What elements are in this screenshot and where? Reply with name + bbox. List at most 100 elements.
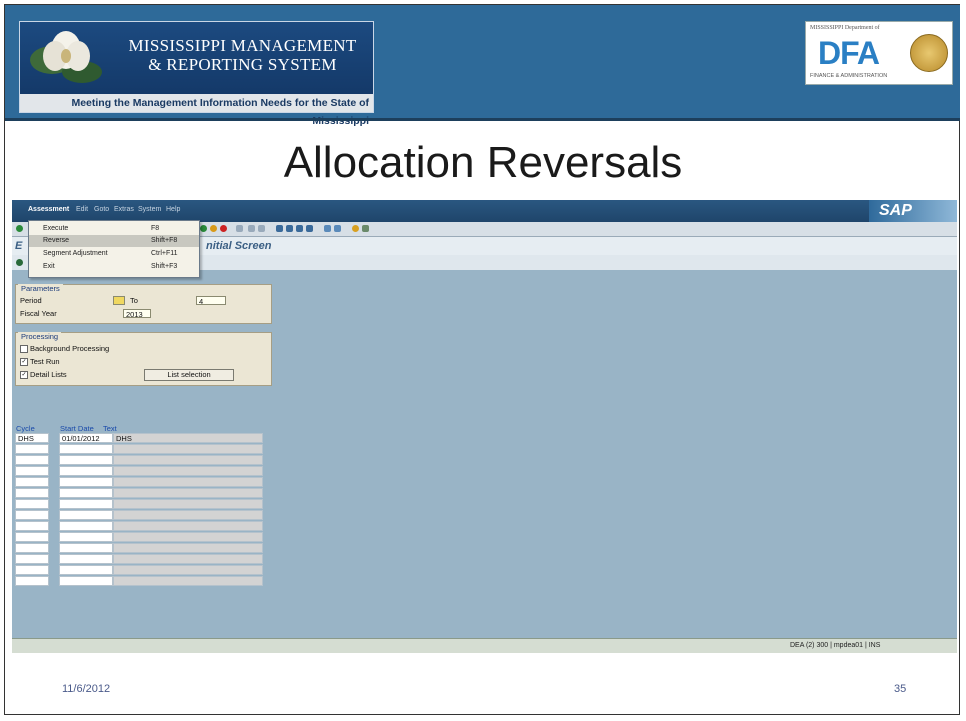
- text-cell[interactable]: [113, 488, 263, 498]
- print-icon[interactable]: [236, 225, 243, 232]
- start-date-cell[interactable]: [59, 510, 113, 520]
- menu-item-shortcut: Ctrl+F11: [151, 250, 178, 257]
- parameters-group-label: Parameters: [18, 284, 63, 293]
- find-next-icon[interactable]: [258, 225, 265, 232]
- start-date-cell[interactable]: [59, 477, 113, 487]
- last-page-icon[interactable]: [306, 225, 313, 232]
- text-cell[interactable]: [113, 510, 263, 520]
- column-header-cycle[interactable]: Cycle: [16, 424, 35, 433]
- menu-goto[interactable]: Goto: [94, 206, 109, 213]
- cycle-cell[interactable]: [15, 543, 49, 553]
- cycle-cell[interactable]: [15, 488, 49, 498]
- cycle-cell[interactable]: [15, 576, 49, 586]
- start-date-cell[interactable]: [59, 543, 113, 553]
- header-band: MISSISSIPPI MANAGEMENT & REPORTING SYSTE…: [5, 5, 960, 127]
- back-icon[interactable]: [200, 225, 207, 232]
- table-row: [15, 521, 263, 532]
- cycle-cell[interactable]: [15, 444, 49, 454]
- fiscal-year-input[interactable]: 2013: [123, 309, 151, 319]
- text-cell[interactable]: [113, 477, 263, 487]
- cycle-cell[interactable]: [15, 455, 49, 465]
- menu-edit[interactable]: Edit: [76, 206, 88, 213]
- period-to-input[interactable]: 4: [196, 296, 226, 306]
- menu-system[interactable]: System: [138, 206, 161, 213]
- first-page-icon[interactable]: [276, 225, 283, 232]
- table-row: [15, 477, 263, 488]
- period-label: Period: [20, 296, 42, 305]
- text-cell[interactable]: [113, 455, 263, 465]
- menu-assessment[interactable]: Assessment: [28, 206, 69, 213]
- start-date-cell[interactable]: [59, 521, 113, 531]
- menu-item-label: Reverse: [43, 237, 70, 244]
- cycle-cell[interactable]: DHS: [15, 433, 49, 443]
- background-processing-checkbox[interactable]: [20, 345, 28, 353]
- table-row: [15, 554, 263, 565]
- mmrs-banner: MISSISSIPPI MANAGEMENT & REPORTING SYSTE…: [19, 21, 374, 127]
- period-from-input[interactable]: [113, 296, 125, 305]
- menu-item-execute[interactable]: Execute F8: [29, 223, 199, 235]
- text-cell[interactable]: [113, 576, 263, 586]
- execute-icon[interactable]: [16, 259, 23, 266]
- layout-icon[interactable]: [362, 225, 369, 232]
- start-date-cell[interactable]: [59, 488, 113, 498]
- sap-menubar: Assessment Edit Goto Extras System Help …: [12, 200, 957, 224]
- cycle-cell[interactable]: [15, 565, 49, 575]
- menu-extras[interactable]: Extras: [114, 206, 134, 213]
- banner-title-line2: & REPORTING SYSTEM: [148, 55, 337, 74]
- start-date-cell[interactable]: [59, 532, 113, 542]
- text-cell[interactable]: [113, 444, 263, 454]
- cycle-cell[interactable]: [15, 477, 49, 487]
- previous-page-icon[interactable]: [286, 225, 293, 232]
- help-icon[interactable]: [352, 225, 359, 232]
- start-date-cell[interactable]: [59, 499, 113, 509]
- start-date-cell[interactable]: [59, 554, 113, 564]
- start-date-cell[interactable]: [59, 444, 113, 454]
- menu-item-exit[interactable]: Exit Shift+F3: [29, 261, 199, 273]
- start-date-cell[interactable]: [59, 455, 113, 465]
- sap-window: Assessment Edit Goto Extras System Help …: [12, 200, 957, 653]
- menu-item-reverse[interactable]: Reverse Shift+F8: [29, 235, 199, 247]
- cancel-icon[interactable]: [220, 225, 227, 232]
- detail-lists-checkbox[interactable]: ✓: [20, 371, 28, 379]
- column-header-text[interactable]: Text: [103, 424, 117, 433]
- text-cell[interactable]: [113, 543, 263, 553]
- start-date-cell[interactable]: [59, 576, 113, 586]
- new-session-icon[interactable]: [324, 225, 331, 232]
- menu-item-shortcut: F8: [151, 225, 160, 232]
- period-to-label: To: [130, 296, 138, 305]
- text-cell[interactable]: [113, 532, 263, 542]
- start-date-cell[interactable]: [59, 466, 113, 476]
- text-cell[interactable]: [113, 565, 263, 575]
- menu-item-label: Execute: [43, 225, 69, 232]
- cycle-cell[interactable]: [15, 554, 49, 564]
- next-page-icon[interactable]: [296, 225, 303, 232]
- text-cell[interactable]: [113, 521, 263, 531]
- table-row: [15, 455, 263, 466]
- test-run-checkbox[interactable]: ✓: [20, 358, 28, 366]
- text-cell[interactable]: [113, 499, 263, 509]
- sap-logo: SAP: [869, 200, 957, 224]
- column-header-start-date[interactable]: Start Date: [60, 424, 94, 433]
- text-cell[interactable]: DHS: [113, 433, 263, 443]
- cycle-cell[interactable]: [15, 532, 49, 542]
- table-row: DHS 01/01/2012 DHS: [15, 433, 263, 444]
- list-selection-button[interactable]: List selection: [144, 369, 234, 381]
- text-cell[interactable]: [113, 554, 263, 564]
- dfa-letters: DFA: [818, 35, 880, 71]
- start-date-cell[interactable]: [59, 565, 113, 575]
- menu-item-segment-adjustment[interactable]: Segment Adjustment Ctrl+F11: [29, 248, 199, 260]
- start-date-cell[interactable]: 01/01/2012: [59, 433, 113, 443]
- enter-icon[interactable]: [16, 225, 23, 232]
- exit-icon[interactable]: [210, 225, 217, 232]
- menu-help[interactable]: Help: [166, 206, 180, 213]
- cycle-cell[interactable]: [15, 521, 49, 531]
- text-cell[interactable]: [113, 466, 263, 476]
- shortcut-icon[interactable]: [334, 225, 341, 232]
- find-icon[interactable]: [248, 225, 255, 232]
- sap-logo-text: SAP: [879, 202, 912, 219]
- banner-tagline: Meeting the Management Information Needs…: [20, 94, 373, 127]
- cycle-cell[interactable]: [15, 466, 49, 476]
- cycle-cell[interactable]: [15, 499, 49, 509]
- cycle-cell[interactable]: [15, 510, 49, 520]
- processing-group: Processing Background Processing ✓ Test …: [15, 332, 272, 386]
